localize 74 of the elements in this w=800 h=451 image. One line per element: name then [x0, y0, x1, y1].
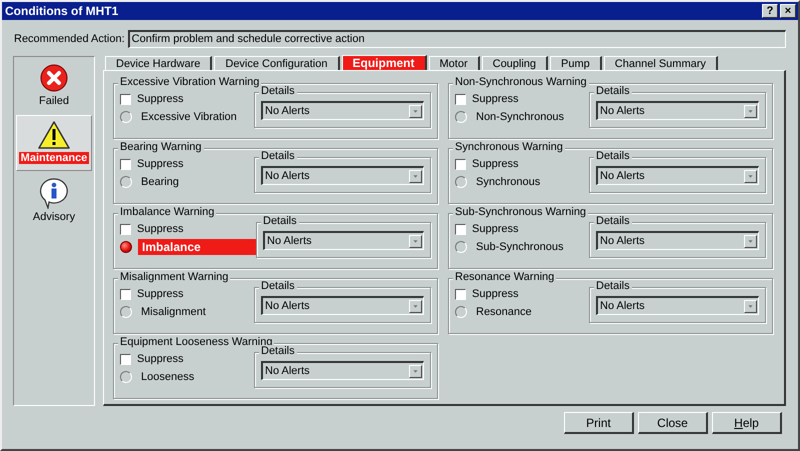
tab[interactable]: Equipment [342, 55, 426, 70]
details-dropdown[interactable]: No Alerts [596, 296, 759, 315]
details-label: Details [594, 280, 632, 292]
sidebar-item[interactable]: Maintenance [16, 115, 92, 171]
condition-label: Resonance [475, 305, 533, 319]
details-dropdown[interactable]: No Alerts [596, 231, 759, 250]
checkbox-label: Suppress [137, 93, 184, 105]
tab[interactable]: Coupling [482, 56, 548, 70]
group-title: Non-Synchronous Warning [453, 76, 589, 88]
dialog-button[interactable]: Print [564, 412, 634, 434]
checkbox-label: Suppress [137, 158, 184, 170]
tab[interactable]: Device Hardware [105, 56, 212, 70]
group-title: Excessive Vibration Warning [118, 76, 262, 88]
sidebar-item[interactable]: Advisory [16, 173, 92, 227]
details-label: Details [261, 215, 299, 227]
checkbox-label: Suppress [137, 353, 184, 365]
group-title: Imbalance Warning [118, 206, 216, 218]
tab[interactable]: Motor [428, 56, 480, 70]
dialog-button[interactable]: Help [712, 412, 782, 434]
details-dropdown[interactable]: No Alerts [261, 166, 424, 185]
condition-label: Non-Synchronous [475, 110, 566, 124]
details-dropdown[interactable]: No Alerts [261, 296, 424, 315]
tab[interactable]: Pump [550, 56, 602, 70]
condition-label: Misalignment [140, 305, 207, 319]
suppress-checkbox[interactable] [455, 288, 466, 300]
details-dropdown[interactable]: No Alerts [261, 361, 424, 380]
checkbox-label: Suppress [472, 93, 518, 105]
condition-label: Imbalance [138, 239, 256, 255]
info-icon [39, 177, 69, 209]
suppress-checkbox[interactable] [455, 94, 466, 104]
details-label: Details [594, 150, 632, 162]
suppress-checkbox[interactable] [120, 354, 131, 364]
details-dropdown[interactable]: No Alerts [261, 101, 424, 120]
details-label: Details [594, 85, 632, 97]
field-label: Recommended Action: [14, 33, 125, 45]
group-title: Synchronous Warning [453, 141, 565, 153]
details-label: Details [259, 150, 297, 162]
checkbox-label: Suppress [472, 158, 518, 170]
group-title: Sub-Synchronous Warning [453, 206, 588, 218]
suppress-checkbox[interactable] [455, 224, 466, 234]
checkbox-label: Suppress [137, 288, 184, 300]
details-label: Details [594, 215, 632, 227]
sidebar-item[interactable]: Failed [16, 59, 92, 113]
condition-label: Sub-Synchronous [475, 240, 564, 254]
error-icon [39, 63, 69, 93]
suppress-checkbox[interactable] [120, 224, 131, 234]
checkbox-label: Suppress [472, 223, 518, 235]
condition-label: Excessive Vibration [140, 110, 238, 124]
window-title: Conditions of MHT1 [5, 4, 118, 18]
condition-label: Bearing [140, 175, 180, 189]
suppress-checkbox[interactable] [120, 94, 131, 104]
tab[interactable]: Device Configuration [214, 56, 340, 70]
condition-label: Looseness [140, 370, 196, 384]
checkbox-label: Suppress [472, 288, 518, 300]
group-title: Bearing Warning [118, 141, 204, 153]
checkbox-label: Suppress [137, 223, 184, 235]
suppress-checkbox[interactable] [120, 288, 131, 300]
title-bar-button[interactable]: × [780, 4, 796, 18]
title-bar-button[interactable]: ? [762, 4, 778, 18]
condition-label: Synchronous [475, 175, 542, 189]
group-title: Resonance Warning [453, 271, 556, 283]
details-dropdown[interactable]: No Alerts [596, 166, 759, 185]
suppress-checkbox[interactable] [455, 158, 466, 170]
group-title: Misalignment Warning [118, 271, 230, 283]
dialog-button[interactable]: Close [638, 412, 708, 434]
warning-icon [37, 120, 71, 150]
details-dropdown[interactable]: No Alerts [263, 231, 424, 250]
details-label: Details [259, 345, 297, 357]
details-label: Details [259, 85, 297, 97]
suppress-checkbox[interactable] [120, 158, 131, 170]
details-label: Details [259, 280, 297, 292]
details-dropdown[interactable]: No Alerts [596, 101, 759, 120]
recommended-action-field: Confirm problem and schedule corrective action [128, 30, 786, 48]
tab[interactable]: Channel Summary [604, 56, 718, 70]
